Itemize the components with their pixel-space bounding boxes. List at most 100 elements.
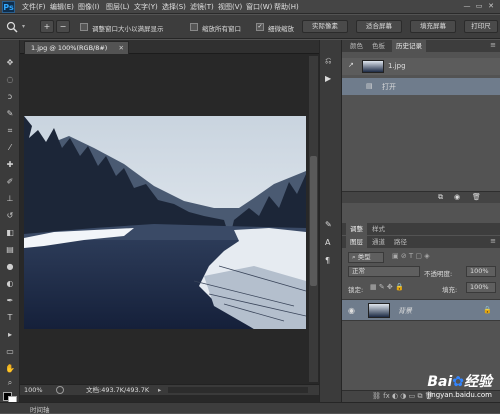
status-arrow-icon[interactable]: ▸ — [158, 385, 161, 395]
tab-paths[interactable]: 路径 — [390, 236, 411, 248]
tab-channels[interactable]: 通道 — [368, 236, 389, 248]
watermark-url: jingyan.baidu.com — [427, 391, 492, 399]
zoom-tool-panel-icon[interactable]: ⌕ — [3, 376, 17, 390]
menu-edit[interactable]: 编辑(E) — [50, 2, 74, 12]
document-tab[interactable]: 1.jpg @ 100%(RGB/8#) ✕ — [24, 41, 129, 54]
zoom-out-icon: − — [59, 22, 67, 31]
menu-layer[interactable]: 图层(L) — [106, 2, 129, 12]
menu-view[interactable]: 视图(V) — [218, 2, 242, 12]
menu-select[interactable]: 选择(S) — [162, 2, 186, 12]
watermark-paw-icon: ✿ — [452, 374, 464, 390]
marquee-tool-icon[interactable]: ◌ — [3, 73, 17, 87]
document-tab-title: 1.jpg @ 100%(RGB/8#) — [31, 44, 108, 52]
horizontal-scrollbar[interactable] — [168, 387, 308, 393]
zoom-out-button[interactable]: − — [56, 20, 70, 33]
fill-screen-button[interactable]: 填充屏幕 — [410, 20, 456, 33]
zoom-tool-icon[interactable] — [6, 21, 20, 33]
zoom-in-button[interactable]: + — [40, 20, 54, 33]
actual-pixels-button[interactable]: 实际像素 — [302, 20, 348, 33]
menu-type[interactable]: 文字(Y) — [134, 2, 158, 12]
scrollbar-thumb[interactable] — [310, 156, 317, 286]
history-brush-tool-icon[interactable]: ↺ — [3, 209, 17, 223]
resize-windows-checkbox[interactable] — [80, 23, 88, 31]
layer-row-background[interactable]: ◉ 背景 🔒 — [342, 299, 500, 321]
watermark-brand2: 经验 — [464, 374, 492, 390]
layers-panel-tabs: 图层 通道 路径 ≡ — [342, 236, 500, 248]
snapshot-camera-icon[interactable]: ◉ — [454, 193, 460, 201]
visibility-eye-icon[interactable]: ◉ — [348, 306, 355, 315]
history-state-row[interactable]: ▤ 打开 — [342, 78, 500, 95]
actions-panel-icon[interactable]: ▶ — [325, 74, 331, 83]
quick-select-tool-icon[interactable]: ✎ — [3, 107, 17, 121]
snapshot-name: 1.jpg — [388, 62, 406, 70]
shape-tool-icon[interactable]: ▭ — [3, 345, 17, 359]
layer-action-icons[interactable]: ⛓ fx ◐ ◑ ▭ ⧉ 🗑 — [372, 392, 434, 401]
print-size-button[interactable]: 打印尺 — [464, 20, 498, 33]
move-tool-icon[interactable]: ✥ — [3, 56, 17, 70]
opacity-input[interactable]: 100% — [466, 266, 496, 277]
blend-mode-select[interactable]: 正常 — [348, 266, 420, 277]
menu-filter[interactable]: 滤镜(T) — [190, 2, 214, 12]
lock-label: 锁定: — [348, 286, 364, 294]
dodge-tool-icon[interactable]: ◐ — [3, 277, 17, 291]
tab-styles[interactable]: 样式 — [368, 223, 389, 235]
zoom-in-icon: + — [43, 22, 51, 31]
tools-panel: ✥ ◌ ↄ ✎ ⌗ ⁄ ✚ ✐ ⊥ ↺ ◧ ▤ ● ◐ ✒ T ▸ ▭ ✋ ⌕ — [0, 40, 20, 405]
layer-filter-select[interactable]: ⌕ 类型 — [348, 252, 384, 263]
tab-color[interactable]: 颜色 — [346, 40, 367, 52]
menu-bar: Ps 文件(F) 编辑(E) 图像(I) 图层(L) 文字(Y) 选择(S) 滤… — [0, 0, 500, 14]
crop-tool-icon[interactable]: ⌗ — [3, 124, 17, 138]
status-menu-icon[interactable] — [56, 386, 64, 394]
menu-window[interactable]: 窗口(W) — [246, 2, 272, 12]
character-panel-icon[interactable]: A — [325, 238, 330, 247]
minimize-icon[interactable]: — — [462, 2, 472, 11]
blur-tool-icon[interactable]: ● — [3, 260, 17, 274]
close-window-icon[interactable]: ✕ — [486, 2, 496, 11]
brush-tool-icon[interactable]: ✐ — [3, 175, 17, 189]
snapshot-thumbnail — [362, 60, 384, 73]
menu-help[interactable]: 帮助(H) — [274, 2, 299, 12]
filter-icons[interactable]: ▣ ⊘ T ▢ ◈ — [392, 252, 430, 260]
type-tool-icon[interactable]: T — [3, 311, 17, 325]
menu-file[interactable]: 文件(F) — [22, 2, 46, 12]
vertical-scrollbar[interactable] — [309, 56, 318, 382]
history-snapshot-row[interactable]: ↗ 1.jpg — [342, 58, 500, 75]
panel-menu-icon[interactable]: ≡ — [490, 41, 496, 49]
tab-swatches[interactable]: 色板 — [368, 40, 389, 52]
history-panel-icon[interactable]: ⎌ — [325, 56, 331, 66]
tab-history[interactable]: 历史记录 — [392, 40, 426, 52]
paragraph-panel-icon[interactable]: ¶ — [325, 256, 330, 265]
baidu-watermark: Bai✿经验 jingyan.baidu.com — [427, 371, 492, 399]
lock-icons[interactable]: ▦ ✎ ✥ 🔒 — [370, 283, 404, 291]
path-selection-tool-icon[interactable]: ▸ — [3, 328, 17, 342]
hand-tool-icon[interactable]: ✋ — [3, 362, 17, 376]
gradient-tool-icon[interactable]: ▤ — [3, 243, 17, 257]
scrubby-zoom-checkbox[interactable]: ✓ — [256, 23, 264, 31]
zoom-level[interactable]: 100% — [24, 385, 43, 395]
canvas-image[interactable] — [24, 116, 306, 329]
fill-input[interactable]: 100% — [466, 282, 496, 293]
document-info: 文档:493.7K/493.7K — [86, 386, 150, 394]
restore-icon[interactable]: ▭ — [474, 2, 484, 11]
fit-screen-button[interactable]: 适合屏幕 — [356, 20, 402, 33]
eraser-tool-icon[interactable]: ◧ — [3, 226, 17, 240]
canvas-area[interactable] — [22, 56, 309, 382]
zoom-all-windows-checkbox[interactable] — [190, 23, 198, 31]
eyedropper-tool-icon[interactable]: ⁄ — [3, 141, 17, 155]
photoshop-logo: Ps — [2, 1, 15, 13]
menu-image[interactable]: 图像(I) — [78, 2, 100, 12]
brush-panel-icon[interactable]: ✎ — [325, 220, 332, 229]
layers-panel-menu-icon[interactable]: ≡ — [490, 237, 496, 245]
tool-preset-chevron-icon[interactable]: ▾ — [22, 23, 25, 30]
tab-layers[interactable]: 图层 — [346, 236, 367, 248]
delete-state-icon[interactable]: 🗑 — [472, 193, 481, 201]
clone-stamp-tool-icon[interactable]: ⊥ — [3, 192, 17, 206]
new-document-from-state-icon[interactable]: ⧉ — [438, 193, 443, 202]
history-brush-source-icon[interactable]: ↗ — [348, 61, 354, 69]
healing-brush-tool-icon[interactable]: ✚ — [3, 158, 17, 172]
lasso-tool-icon[interactable]: ↄ — [3, 90, 17, 104]
tab-adjustments[interactable]: 调整 — [346, 223, 367, 235]
close-tab-icon[interactable]: ✕ — [119, 42, 124, 55]
collapsed-panel-dock: ⎌ ▶ ✎ A ¶ — [319, 40, 342, 402]
pen-tool-icon[interactable]: ✒ — [3, 294, 17, 308]
